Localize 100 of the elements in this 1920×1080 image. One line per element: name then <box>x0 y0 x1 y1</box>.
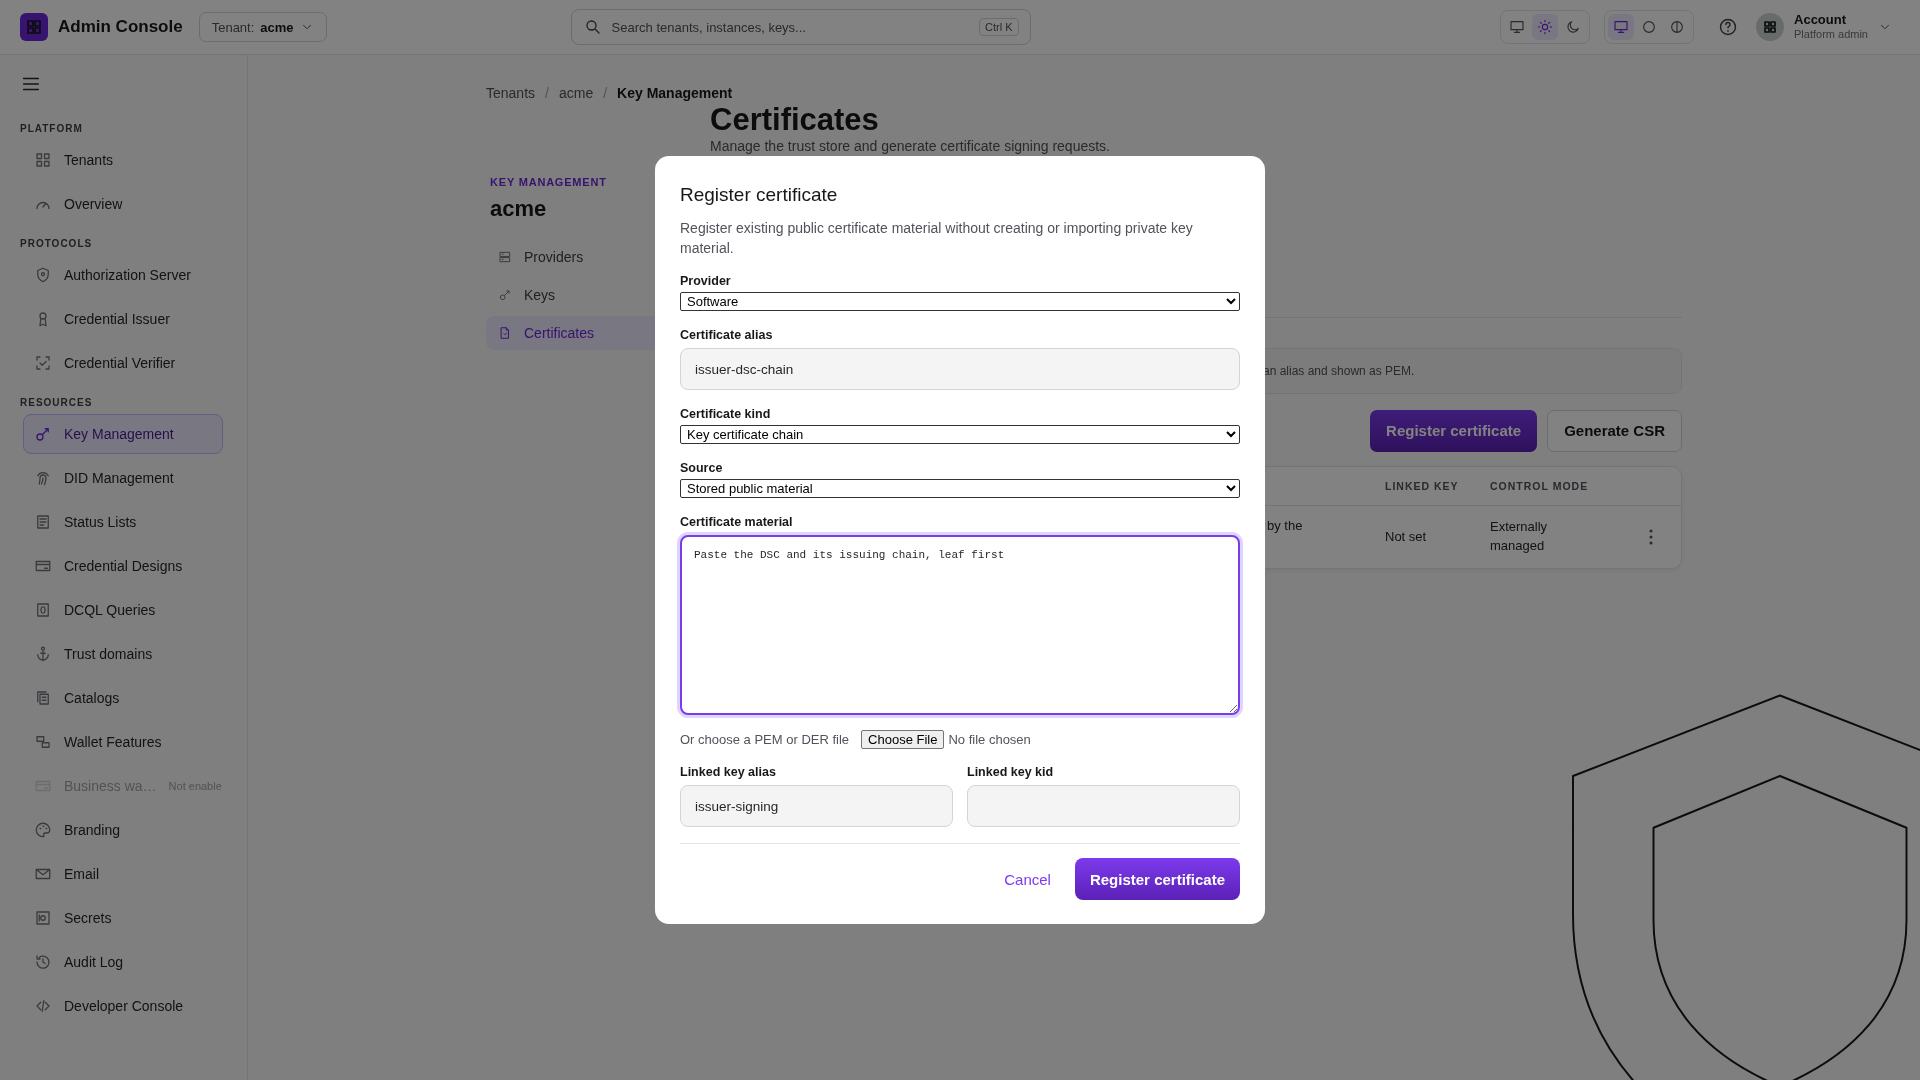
key-icon <box>34 425 52 443</box>
field-label: Provider <box>680 274 732 289</box>
sidebar-item[interactable]: Catalogs <box>23 678 223 718</box>
tenant-selector[interactable]: Tenant: acme <box>198 12 327 42</box>
server-icon <box>498 250 512 264</box>
contrast-icon <box>1669 19 1685 35</box>
section-heading: PROTOCOLS <box>20 238 94 249</box>
sidebar-item[interactable]: Overview <box>23 184 223 224</box>
section-heading: PLATFORM <box>20 123 84 134</box>
sidebar-item[interactable]: Secrets <box>23 898 223 938</box>
sidebar-label: Wallet Features <box>64 734 162 750</box>
sidebar-label: Tenants <box>64 152 114 168</box>
nav-label: Certificates <box>524 325 595 341</box>
nav-label: Keys <box>524 287 556 303</box>
code-icon <box>34 997 52 1015</box>
logo-icon <box>20 13 48 41</box>
sidebar-label: Branding <box>64 822 121 838</box>
search-icon <box>583 18 602 36</box>
table-cell-text: Not set <box>1385 529 1428 545</box>
sidebar-label: Credential Designs <box>64 558 183 574</box>
sidebar-item[interactable]: DID Management <box>23 458 223 498</box>
grid-icon <box>34 151 52 169</box>
avatar-icon <box>1756 13 1784 41</box>
file-label: Or choose a PEM or DER file <box>680 732 850 748</box>
monitor-button[interactable] <box>1608 14 1634 40</box>
stack-icon <box>34 689 52 707</box>
table-cell: by the <box>1267 517 1303 533</box>
sidebar-item[interactable]: Branding <box>23 810 223 850</box>
text-field[interactable]: issuer-signing <box>680 785 953 828</box>
field-label: Source <box>680 461 724 476</box>
sidebar-label: Email <box>64 866 99 882</box>
sun-icon <box>1537 19 1553 35</box>
text-area[interactable]: Paste the DSC and its issuing chain, leaf first <box>680 535 1240 716</box>
sidebar-item[interactable]: Authorization Server <box>23 255 223 295</box>
select-field[interactable]: Stored public material <box>680 479 1240 499</box>
sidebar-item[interactable]: Credential Designs <box>23 546 223 586</box>
section-eyebrow: KEY MANAGEMENT <box>490 176 608 188</box>
table-cell-text: Externally managed <box>1490 518 1549 555</box>
sidebar-label: Trust domains <box>64 646 153 662</box>
sidebar-item[interactable]: Email <box>23 854 223 894</box>
column-header: CONTROL MODE <box>1490 479 1590 492</box>
register-button[interactable]: Register certificate <box>1370 409 1538 452</box>
generate-button[interactable]: Generate CSR <box>1547 409 1682 452</box>
key-icon <box>498 288 512 302</box>
sidebar-item[interactable]: Key Management <box>23 414 223 454</box>
sidebar-item[interactable]: Credential Issuer <box>23 299 223 339</box>
nav-label: Providers <box>524 249 584 265</box>
list-icon <box>34 513 52 531</box>
more-icon[interactable] <box>1649 528 1653 545</box>
sidebar-label: Credential Issuer <box>64 311 170 327</box>
shield-icon <box>34 266 52 284</box>
breadcrumb-link[interactable]: acme <box>558 85 594 101</box>
page-title: Certificates <box>710 104 880 137</box>
sidebar-label: DID Management <box>64 470 174 486</box>
help-icon[interactable] <box>1718 17 1738 37</box>
file-status: No file chosen <box>948 732 1031 748</box>
text-field[interactable]: issuer-dsc-chain <box>680 348 1240 391</box>
select-field[interactable]: Key certificate chain <box>680 425 1240 445</box>
palette-icon <box>34 821 52 839</box>
sidebar-item[interactable]: Wallet Features <box>23 722 223 762</box>
sidebar-item[interactable]: Developer Console <box>23 986 223 1026</box>
fingerprint-icon <box>34 469 52 487</box>
account-menu[interactable]: Account Platform admin <box>1756 13 1892 41</box>
sidebar-label: DCQL Queries <box>64 602 156 618</box>
text-field[interactable] <box>967 785 1240 828</box>
breadcrumb-separator: / <box>545 85 549 101</box>
safe-icon <box>34 909 52 927</box>
column-header: LINKED KEY <box>1385 479 1460 492</box>
sidebar-label: Audit Log <box>64 954 124 970</box>
section-heading: RESOURCES <box>20 397 94 408</box>
moon-icon <box>1565 19 1581 35</box>
app-title: Admin Console <box>58 17 183 37</box>
sidebar-item[interactable]: Trust domains <box>23 634 223 674</box>
sidebar-item[interactable]: DCQL Queries <box>23 590 223 630</box>
field-label: Certificate material <box>680 515 794 530</box>
sidebar-label: Credential Verifier <box>64 355 176 371</box>
sidebar-item[interactable]: Credential Verifier <box>23 343 223 383</box>
monitor-icon <box>1613 19 1629 35</box>
braces-icon <box>34 601 52 619</box>
sidebar-item[interactable]: Tenants <box>23 140 223 180</box>
select-field[interactable]: Software <box>680 292 1240 312</box>
scan-icon <box>34 354 52 372</box>
field-label: Linked key kid <box>967 765 1055 780</box>
section-title: acme <box>490 196 548 222</box>
sidebar-label: Authorization Server <box>64 267 191 283</box>
cancel-button[interactable]: Cancel <box>1004 870 1051 888</box>
sidebar-item[interactable]: Audit Log <box>23 942 223 982</box>
toggle-icon <box>34 733 52 751</box>
sidebar-label: Developer Console <box>64 998 184 1014</box>
submit-button[interactable]: Register certificate <box>1074 858 1240 901</box>
breadcrumb-separator: / <box>603 85 608 101</box>
page-subtitle: Manage the trust store and generate certificate signing requests. <box>710 138 1111 154</box>
sidebar-item[interactable]: Status Lists <box>23 502 223 542</box>
breadcrumb-link[interactable]: Tenants <box>486 85 536 101</box>
document-icon <box>498 326 512 340</box>
field-label: Certificate kind <box>680 407 772 422</box>
field-label: Linked key alias <box>680 765 777 780</box>
sidebar-label: Key Management <box>64 426 174 442</box>
choose-file-button[interactable]: Choose File <box>861 730 945 750</box>
sun-button[interactable] <box>1532 14 1558 40</box>
